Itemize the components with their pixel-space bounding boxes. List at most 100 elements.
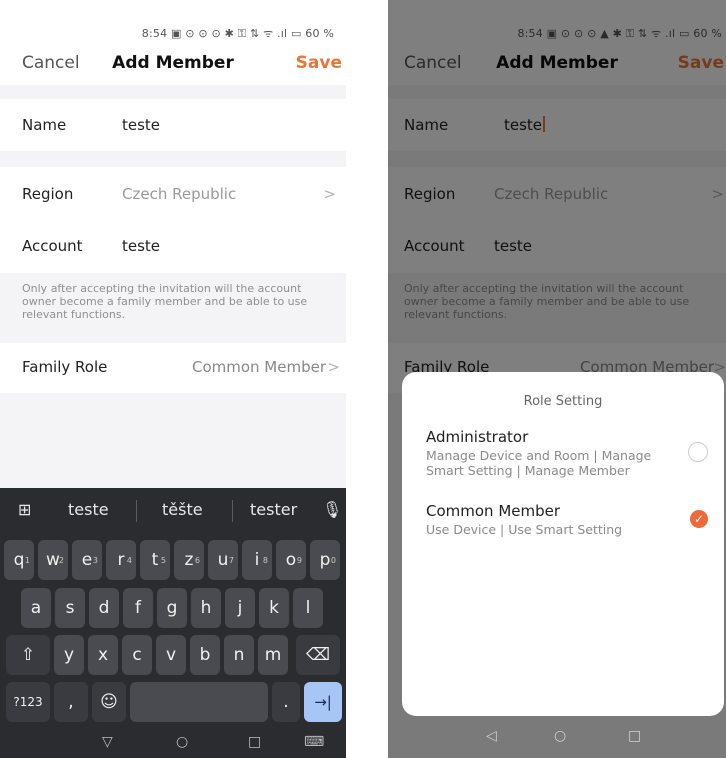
apps-icon[interactable]: ⊞ — [18, 500, 31, 519]
right-screen: 8:54 ▣ ⊙ ⊙ ⊙ ▲ ✱ ⚿ ⇅ ᯤ .ıl ▭ 60 % Cancel… — [388, 0, 726, 758]
key-l[interactable]: l — [293, 588, 323, 628]
back-icon[interactable]: ▽ — [102, 734, 113, 750]
invitation-note: Only after accepting the invitation will… — [22, 282, 308, 321]
option-name: Administrator — [426, 428, 529, 446]
key-e[interactable]: e3 — [72, 540, 102, 580]
region-value[interactable]: Czech Republic — [122, 185, 236, 203]
key-label: t — [151, 550, 159, 570]
divider — [0, 151, 346, 167]
key-label: i — [254, 550, 260, 570]
key-v[interactable]: v — [156, 635, 186, 675]
key-number-hint: 8 — [262, 556, 268, 565]
note-area: Only after accepting the invitation will… — [0, 273, 346, 343]
region-label: Region — [22, 185, 74, 203]
suggestion-2[interactable]: těšte — [162, 500, 203, 519]
key-f[interactable]: f — [123, 588, 153, 628]
divider — [0, 85, 346, 99]
suggestion-3[interactable]: tester — [250, 500, 297, 519]
key-n[interactable]: n — [224, 635, 254, 675]
key-x[interactable]: x — [88, 635, 118, 675]
key-label: w — [46, 550, 60, 570]
key-u[interactable]: u7 — [208, 540, 238, 580]
keyboard-icon[interactable]: ⌨ — [304, 734, 324, 750]
name-label: Name — [22, 116, 67, 134]
option-description: Use Device | Use Smart Setting — [426, 522, 623, 537]
key-number-hint: 6 — [194, 556, 200, 565]
sheet-title: Role Setting — [523, 394, 603, 409]
option-description: Manage Device and Room | Manage Smart Se… — [426, 448, 652, 478]
key-number-hint: 5 — [160, 556, 166, 565]
period-key[interactable]: . — [272, 682, 300, 722]
suggestion-1[interactable]: teste — [68, 500, 109, 519]
mic-icon[interactable]: 🎙 — [322, 500, 342, 519]
key-label: r — [117, 550, 125, 570]
key-number-hint: 9 — [296, 556, 302, 565]
key-label: o — [285, 550, 297, 570]
key-w[interactable]: w2 — [38, 540, 68, 580]
region-account-group: Region Czech Republic > Account teste — [0, 167, 346, 273]
account-label: Account — [22, 237, 83, 255]
left-screen: 8:54 ▣ ⊙ ⊙ ⊙ ✱ ⚿ ⇅ ᯤ .ıl ▭ 60 % Cancel A… — [0, 0, 346, 758]
key-t[interactable]: t5 — [140, 540, 170, 580]
family-role-row[interactable]: Family Role Common Member > — [0, 343, 346, 393]
key-label: z — [184, 550, 194, 570]
key-label: u — [217, 550, 229, 570]
enter-key[interactable]: →| — [304, 682, 342, 722]
key-s[interactable]: s — [55, 588, 85, 628]
comma-key[interactable]: , — [54, 682, 88, 722]
key-c[interactable]: c — [122, 635, 152, 675]
symbols-key[interactable]: ?123 — [6, 682, 50, 722]
key-number-hint: 7 — [228, 556, 234, 565]
key-number-hint: 0 — [330, 556, 336, 565]
check-icon[interactable]: ✓ — [690, 510, 708, 528]
key-y[interactable]: y — [54, 635, 84, 675]
key-p[interactable]: p0 — [310, 540, 340, 580]
name-row[interactable]: Name teste — [0, 99, 346, 151]
save-button[interactable]: Save — [296, 53, 342, 73]
status-text: 8:54 ▣ ⊙ ⊙ ⊙ ✱ ⚿ ⇅ ᯤ .ıl ▭ 60 % — [141, 27, 334, 40]
key-g[interactable]: g — [157, 588, 187, 628]
key-number-hint: 4 — [126, 556, 132, 565]
account-field[interactable]: teste — [122, 237, 160, 255]
role-option-common-member[interactable]: Common Member Use Device | Use Smart Set… — [426, 502, 708, 537]
backspace-key[interactable]: ⌫ — [296, 635, 340, 675]
key-number-hint: 1 — [24, 556, 30, 565]
emoji-key[interactable]: ☺ — [92, 682, 126, 722]
key-o[interactable]: o9 — [276, 540, 306, 580]
key-number-hint: 3 — [92, 556, 98, 565]
shift-key[interactable]: ⇧ — [6, 635, 50, 675]
key-m[interactable]: m — [258, 635, 288, 675]
divider — [136, 500, 137, 522]
name-field[interactable]: teste — [122, 116, 160, 134]
chevron-right-icon: > — [327, 358, 340, 376]
key-label: p — [319, 550, 331, 570]
home-icon[interactable]: ○ — [176, 734, 188, 750]
nav-bar: ▽ ○ □ ⌨ — [0, 730, 346, 758]
family-role-label: Family Role — [22, 358, 108, 376]
space-key[interactable] — [130, 682, 268, 722]
key-i[interactable]: i8 — [242, 540, 272, 580]
nav-bar: ◁ ○ □ — [388, 716, 726, 758]
page-title: Add Member — [112, 53, 234, 73]
key-h[interactable]: h — [191, 588, 221, 628]
home-icon[interactable]: ○ — [554, 728, 566, 744]
key-a[interactable]: a — [21, 588, 51, 628]
radio-unchecked-icon[interactable] — [688, 442, 708, 462]
key-b[interactable]: b — [190, 635, 220, 675]
chevron-right-icon: > — [323, 185, 336, 203]
key-q[interactable]: q1 — [4, 540, 34, 580]
key-label: q — [13, 550, 25, 570]
key-r[interactable]: r4 — [106, 540, 136, 580]
recents-icon[interactable]: □ — [248, 734, 261, 750]
recents-icon[interactable]: □ — [628, 728, 641, 744]
key-d[interactable]: d — [89, 588, 119, 628]
key-z[interactable]: z6 — [174, 540, 204, 580]
key-j[interactable]: j — [225, 588, 255, 628]
key-k[interactable]: k — [259, 588, 289, 628]
suggestion-bar: ⊞ teste těšte tester 🎙 — [0, 488, 346, 532]
back-icon[interactable]: ◁ — [486, 728, 497, 744]
divider — [232, 500, 233, 522]
option-name: Common Member — [426, 502, 561, 520]
role-setting-sheet: Role Setting Administrator Manage Device… — [402, 372, 724, 716]
role-option-administrator[interactable]: Administrator Manage Device and Room | M… — [426, 428, 708, 478]
